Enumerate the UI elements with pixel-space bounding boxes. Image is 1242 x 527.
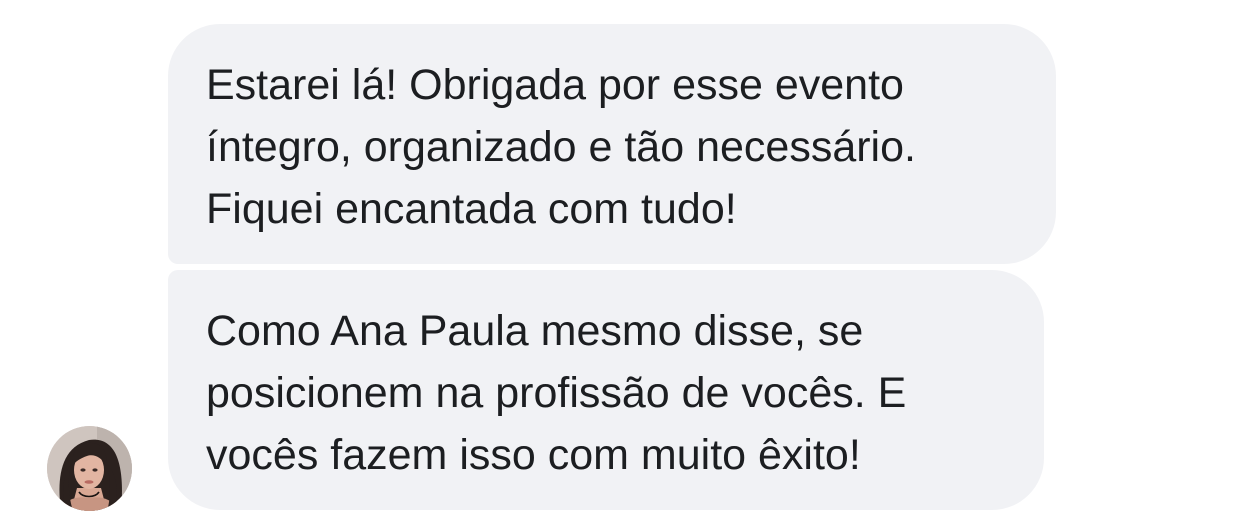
avatar[interactable] [47, 426, 132, 511]
user-avatar-icon [47, 426, 132, 511]
message-thread: Estarei lá! Obrigada por esse evento ínt… [0, 0, 1242, 527]
message-bubble[interactable]: Como Ana Paula mesmo disse, se posicione… [168, 270, 1044, 510]
message-bubble[interactable]: Estarei lá! Obrigada por esse evento ínt… [168, 24, 1056, 264]
